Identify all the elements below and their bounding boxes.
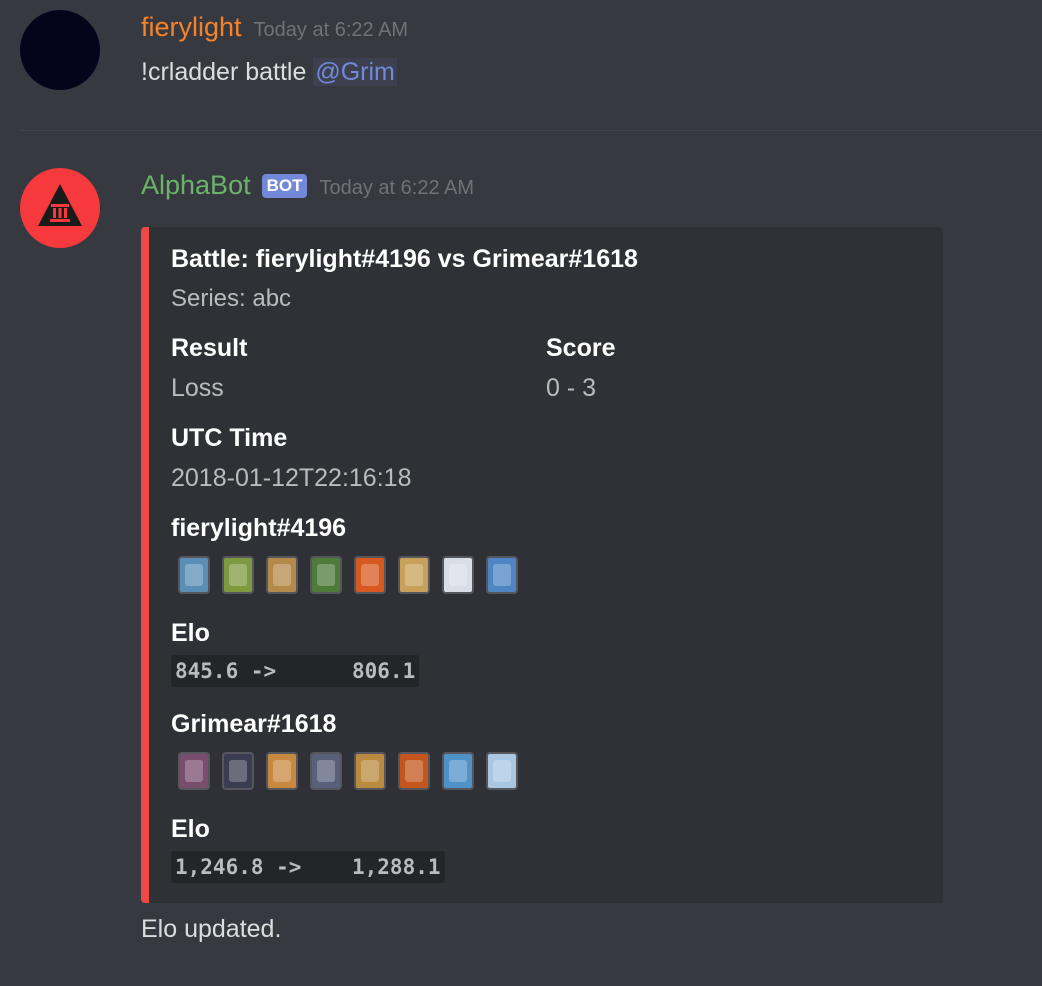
field-result-label: Result bbox=[171, 334, 248, 362]
message-text: !crladder battle bbox=[141, 58, 307, 86]
player1-elo-label: Elo bbox=[171, 619, 210, 647]
player2-deck bbox=[178, 752, 518, 790]
card-8-icon bbox=[486, 556, 518, 594]
timestamp: Today at 6:22 AM bbox=[319, 177, 475, 199]
card-2-icon bbox=[222, 752, 254, 790]
message-content: !crladder battle @Grim bbox=[141, 58, 397, 87]
followup-message: Elo updated. bbox=[141, 915, 282, 943]
card-7-icon bbox=[442, 752, 474, 790]
message-divider bbox=[20, 130, 1042, 131]
card-1-icon bbox=[178, 556, 210, 594]
card-4-icon bbox=[310, 752, 342, 790]
field-time-label: UTC Time bbox=[171, 424, 288, 452]
user-avatar[interactable] bbox=[20, 10, 100, 90]
card-7-icon bbox=[442, 556, 474, 594]
user-mention[interactable]: @Grim bbox=[313, 58, 397, 86]
message-header: fierylight Today at 6:22 AM bbox=[141, 12, 408, 43]
timestamp: Today at 6:22 AM bbox=[253, 19, 409, 41]
bot-avatar[interactable] bbox=[20, 168, 100, 248]
username[interactable]: AlphaBot bbox=[141, 170, 251, 201]
field-score-value: 0 - 3 bbox=[546, 374, 597, 402]
player1-elo-change: 845.6 -> 806.1 bbox=[171, 655, 420, 687]
bot-tag: BOT bbox=[261, 174, 308, 198]
card-3-icon bbox=[266, 556, 298, 594]
card-6-icon bbox=[398, 556, 430, 594]
battle-embed: Battle: fierylight#4196 vs Grimear#1618 … bbox=[141, 227, 943, 903]
player2-elo-label: Elo bbox=[171, 815, 210, 843]
field-result-value: Loss bbox=[171, 374, 224, 402]
username[interactable]: fierylight bbox=[141, 12, 242, 43]
card-6-icon bbox=[398, 752, 430, 790]
message-header: AlphaBot BOT Today at 6:22 AM bbox=[141, 170, 474, 201]
player1-deck bbox=[178, 556, 518, 594]
embed-description: Series: abc bbox=[171, 285, 292, 312]
embed-title: Battle: fierylight#4196 vs Grimear#1618 bbox=[171, 245, 638, 273]
card-5-icon bbox=[354, 752, 386, 790]
field-time-value: 2018-01-12T22:16:18 bbox=[171, 464, 412, 492]
player2-elo-change: 1,246.8 -> 1,288.1 bbox=[171, 851, 445, 883]
alphabot-logo-icon bbox=[38, 184, 82, 226]
card-4-icon bbox=[310, 556, 342, 594]
card-1-icon bbox=[178, 752, 210, 790]
card-5-icon bbox=[354, 556, 386, 594]
card-8-icon bbox=[486, 752, 518, 790]
card-3-icon bbox=[266, 752, 298, 790]
player1-name: fierylight#4196 bbox=[171, 514, 347, 542]
player2-name: Grimear#1618 bbox=[171, 710, 337, 738]
field-score-label: Score bbox=[546, 334, 616, 362]
card-2-icon bbox=[222, 556, 254, 594]
